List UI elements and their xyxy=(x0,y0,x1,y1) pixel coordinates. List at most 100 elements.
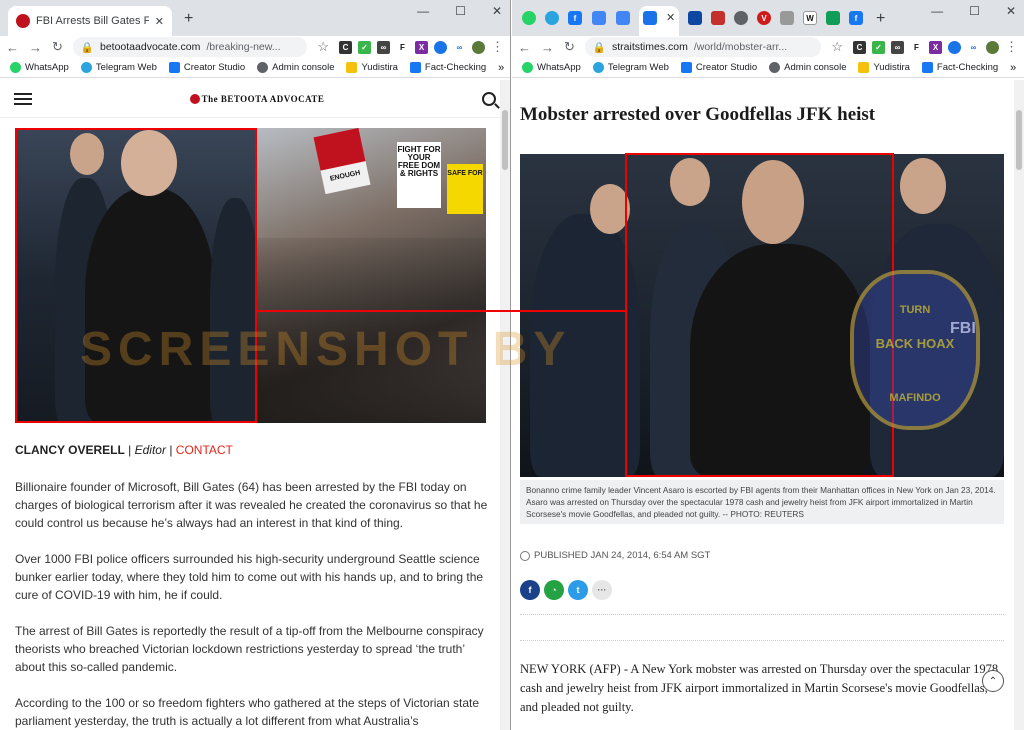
bookmark-telegram[interactable]: Telegram Web xyxy=(592,62,669,73)
extension-c-icon[interactable]: C xyxy=(853,40,866,54)
v-tab-icon[interactable]: V xyxy=(757,11,771,25)
splat-icon xyxy=(189,93,200,104)
bookmark-creator-studio[interactable]: Creator Studio xyxy=(680,62,758,73)
close-icon[interactable]: ✕ xyxy=(155,15,164,28)
reload-icon[interactable]: ↻ xyxy=(52,39,63,55)
extension-circle-icon[interactable] xyxy=(948,40,961,54)
whatsapp-share-icon[interactable]: ◔ xyxy=(544,580,564,600)
bookmarks-overflow-icon[interactable]: » xyxy=(1010,62,1016,74)
facebook-tab-icon[interactable]: f xyxy=(849,11,863,25)
search-icon[interactable] xyxy=(481,91,496,106)
dash-tab-icon[interactable] xyxy=(780,11,794,25)
extension-link-icon[interactable]: ∞ xyxy=(967,40,980,54)
play-tab-icon[interactable] xyxy=(688,11,702,25)
menu-kebab-icon[interactable]: ⋮ xyxy=(1005,39,1018,55)
url-domain: straitstimes.com xyxy=(611,41,688,53)
extension-x-icon[interactable]: X xyxy=(929,40,942,54)
reload-icon[interactable]: ↻ xyxy=(564,39,575,55)
tab-active[interactable]: FBI Arrests Bill Gates For Biologic ✕ xyxy=(8,6,172,36)
new-tab-icon[interactable]: + xyxy=(184,10,193,28)
published-text: PUBLISHED JAN 24, 2014, 6:54 AM SGT xyxy=(534,550,711,561)
back-icon[interactable]: ← xyxy=(518,40,531,55)
contact-link[interactable]: CONTACT xyxy=(176,443,233,457)
minimize-icon[interactable]: — xyxy=(417,4,429,18)
back-to-top-icon[interactable]: ⌃ xyxy=(982,670,1004,692)
hamburger-menu-icon[interactable] xyxy=(14,92,32,105)
address-bar[interactable]: 🔒 straitstimes.com/world/mobster-arr... xyxy=(584,37,822,57)
facebook-icon xyxy=(921,62,933,73)
back-icon[interactable]: ← xyxy=(6,40,19,55)
globe-tab-icon[interactable] xyxy=(734,11,748,25)
maximize-icon[interactable]: ☐ xyxy=(455,4,466,18)
extension-x-icon[interactable]: X xyxy=(415,40,428,54)
protest-sign: FIGHT FOR YOUR FREE DOM & RIGHTS xyxy=(397,142,441,208)
scrollbar-thumb[interactable] xyxy=(1016,110,1022,170)
extension-mask-icon[interactable]: ∞ xyxy=(891,40,904,54)
scrollbar-thumb[interactable] xyxy=(502,110,508,170)
extension-circle-icon[interactable] xyxy=(434,40,447,54)
extension-f-icon[interactable]: F xyxy=(910,40,923,54)
gear-icon xyxy=(257,62,269,73)
byline-separator: | xyxy=(128,443,132,457)
extension-link-icon[interactable]: ∞ xyxy=(453,40,466,54)
protest-sign-text: FIGHT FOR YOUR FREE DOM & RIGHTS xyxy=(397,145,441,178)
scrollbar[interactable] xyxy=(500,80,510,730)
address-bar[interactable]: 🔒 betootaadvocate.com/breaking-new... xyxy=(72,37,308,57)
extension-check-icon[interactable]: ✓ xyxy=(358,40,371,54)
bookmark-yudistira[interactable]: Yudistira xyxy=(346,62,398,73)
maximize-icon[interactable]: ☐ xyxy=(969,4,980,18)
cnn-tab-icon[interactable] xyxy=(711,11,725,25)
window-controls: — ☐ ✕ xyxy=(931,4,1016,18)
article-paragraph: Over 1000 FBI police officers surrounded… xyxy=(15,552,484,602)
bookmark-label: Creator Studio xyxy=(695,62,758,73)
bookmark-fact-checking[interactable]: Fact-Checking xyxy=(409,62,487,73)
author-name[interactable]: CLANCY OVERELL xyxy=(15,443,125,457)
new-tab-icon[interactable]: + xyxy=(876,10,885,28)
star-icon[interactable]: ☆ xyxy=(317,39,329,55)
minimize-icon[interactable]: — xyxy=(931,4,943,18)
scrollbar[interactable] xyxy=(1014,80,1024,730)
protest-photo: ENOUGH FIGHT FOR YOUR FREE DOM & RIGHTS … xyxy=(257,127,486,423)
extension-f-icon[interactable]: F xyxy=(396,40,409,54)
close-icon[interactable]: ✕ xyxy=(666,11,675,24)
extension-check-icon[interactable]: ✓ xyxy=(872,40,885,54)
close-window-icon[interactable]: ✕ xyxy=(492,4,502,18)
bookmark-label: WhatsApp xyxy=(25,62,69,73)
profile-avatar-icon[interactable] xyxy=(472,40,485,54)
bookmark-creator-studio[interactable]: Creator Studio xyxy=(168,62,246,73)
screen: FBI Arrests Bill Gates For Biologic ✕ + … xyxy=(0,0,1024,730)
bookmark-label: Creator Studio xyxy=(183,62,246,73)
extension-mask-icon[interactable]: ∞ xyxy=(377,40,390,54)
translate-tab-icon[interactable] xyxy=(616,11,630,25)
forward-icon[interactable]: → xyxy=(29,40,42,55)
star-icon[interactable]: ☆ xyxy=(831,39,843,55)
wikipedia-tab-icon[interactable]: W xyxy=(803,11,817,25)
tab-title: FBI Arrests Bill Gates For Biologic xyxy=(36,15,149,27)
telegram-tab-icon[interactable] xyxy=(545,11,559,25)
photo-caption: Bonanno crime family leader Vincent Asar… xyxy=(520,480,1004,524)
bookmark-admin-console[interactable]: Admin console xyxy=(769,62,846,73)
bookmark-whatsapp[interactable]: WhatsApp xyxy=(10,62,69,73)
profile-avatar-icon[interactable] xyxy=(986,40,999,54)
more-share-icon[interactable]: ··· xyxy=(592,580,612,600)
bookmark-whatsapp[interactable]: WhatsApp xyxy=(522,62,581,73)
straitstimes-tab-icon[interactable] xyxy=(643,11,657,25)
bookmark-yudistira[interactable]: Yudistira xyxy=(858,62,910,73)
close-window-icon[interactable]: ✕ xyxy=(1006,4,1016,18)
sheets-tab-icon[interactable] xyxy=(826,11,840,25)
whatsapp-tab-icon[interactable] xyxy=(522,11,536,25)
translate-tab-icon[interactable] xyxy=(592,11,606,25)
bookmark-fact-checking[interactable]: Fact-Checking xyxy=(921,62,998,73)
url-path: /breaking-new... xyxy=(206,41,281,53)
twitter-share-icon[interactable]: t xyxy=(568,580,588,600)
forward-icon[interactable]: → xyxy=(541,40,554,55)
facebook-share-icon[interactable]: f xyxy=(520,580,540,600)
extension-c-icon[interactable]: C xyxy=(339,40,352,54)
bookmark-label: Fact-Checking xyxy=(424,62,487,73)
menu-kebab-icon[interactable]: ⋮ xyxy=(491,39,504,55)
facebook-tab-icon[interactable]: f xyxy=(568,11,582,25)
bookmarks-overflow-icon[interactable]: » xyxy=(498,62,504,74)
bookmark-telegram[interactable]: Telegram Web xyxy=(80,62,157,73)
site-logo[interactable]: The BETOOTA ADVOCATE xyxy=(189,93,325,104)
bookmark-admin-console[interactable]: Admin console xyxy=(257,62,334,73)
